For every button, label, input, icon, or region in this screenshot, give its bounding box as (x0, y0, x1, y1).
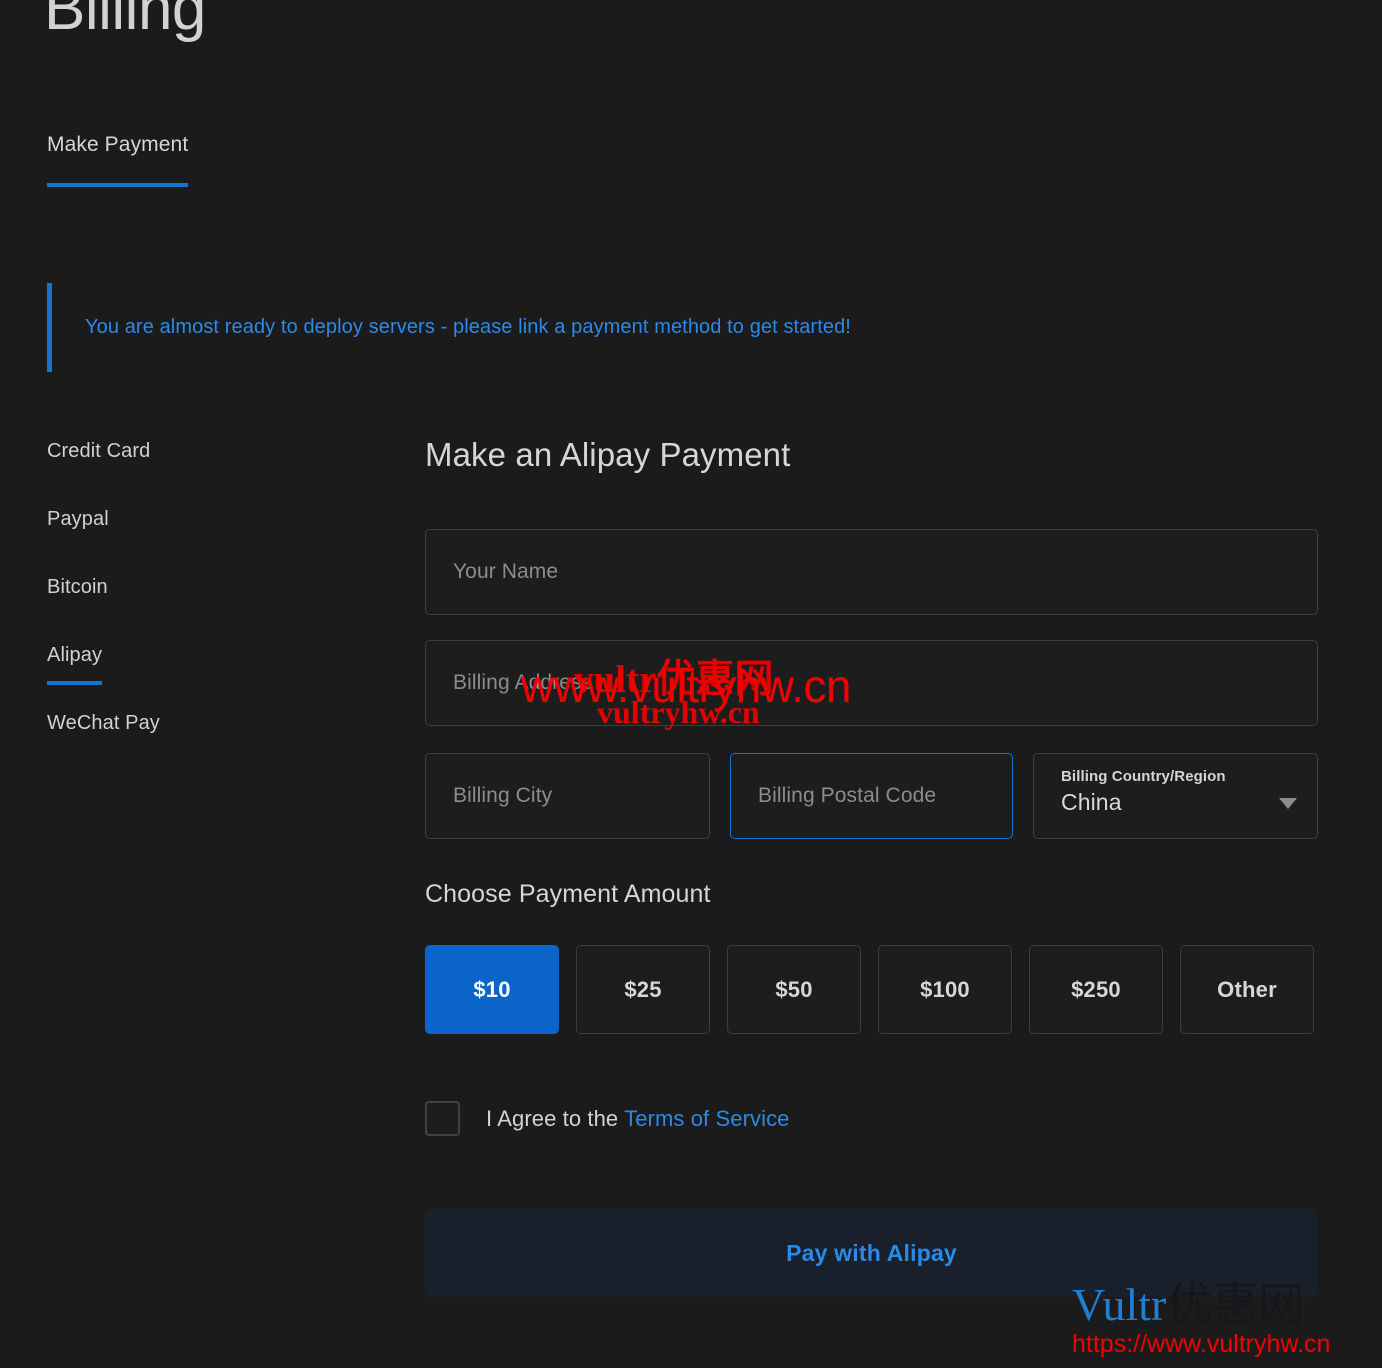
payment-method-nav: Credit Card Paypal Bitcoin Alipay WeChat… (47, 440, 347, 780)
alert-banner: You are almost ready to deploy servers -… (47, 283, 1087, 372)
name-input-placeholder: Your Name (453, 560, 559, 583)
page-title: Billing (44, 0, 206, 43)
sidebar-item-credit-card[interactable]: Credit Card (47, 440, 150, 463)
terms-row: I Agree to the Terms of Service (425, 1101, 790, 1136)
tab-bar: Make Payment (47, 133, 189, 187)
form-title: Make an Alipay Payment (425, 436, 791, 473)
billing-country-value: China (1061, 789, 1122, 815)
sidebar-item-bitcoin[interactable]: Bitcoin (47, 576, 108, 599)
billing-city-placeholder: Billing City (453, 784, 553, 807)
billing-country-label: Billing Country/Region (1061, 768, 1226, 785)
amount-section-title: Choose Payment Amount (425, 880, 711, 908)
billing-postal-code-placeholder: Billing Postal Code (758, 784, 937, 807)
amount-option-100[interactable]: $100 (878, 945, 1012, 1034)
amount-option-other[interactable]: Other (1180, 945, 1314, 1034)
billing-address-input[interactable]: Billing Address (425, 640, 1318, 726)
amount-option-25[interactable]: $25 (576, 945, 710, 1034)
billing-address-placeholder: Billing Address (453, 671, 593, 694)
sidebar-item-alipay[interactable]: Alipay (47, 644, 103, 685)
amount-option-group: $10 $25 $50 $100 $250 Other (425, 945, 1314, 1034)
amount-option-50[interactable]: $50 (727, 945, 861, 1034)
amount-option-250[interactable]: $250 (1029, 945, 1163, 1034)
pay-with-alipay-button[interactable]: Pay with Alipay (425, 1209, 1318, 1297)
watermark-corner-url: https://www.vultryhw.cn (1072, 1330, 1331, 1358)
tab-make-payment[interactable]: Make Payment (47, 133, 189, 187)
alert-message: You are almost ready to deploy servers -… (85, 316, 851, 338)
terms-prefix: I Agree to the (486, 1105, 625, 1131)
billing-city-input[interactable]: Billing City (425, 753, 710, 839)
billing-country-select[interactable]: Billing Country/Region China (1033, 753, 1318, 839)
sidebar-item-wechat-pay[interactable]: WeChat Pay (47, 712, 160, 735)
terms-label: I Agree to the Terms of Service (486, 1106, 790, 1132)
billing-postal-code-input[interactable]: Billing Postal Code (730, 753, 1013, 839)
billing-page: Billing Make Payment You are almost read… (0, 0, 1382, 1368)
sidebar-item-paypal[interactable]: Paypal (47, 508, 109, 531)
chevron-down-icon (1279, 798, 1297, 809)
name-input[interactable]: Your Name (425, 529, 1318, 615)
amount-option-10[interactable]: $10 (425, 945, 559, 1034)
terms-checkbox[interactable] (425, 1101, 460, 1136)
terms-of-service-link[interactable]: Terms of Service (624, 1106, 789, 1131)
